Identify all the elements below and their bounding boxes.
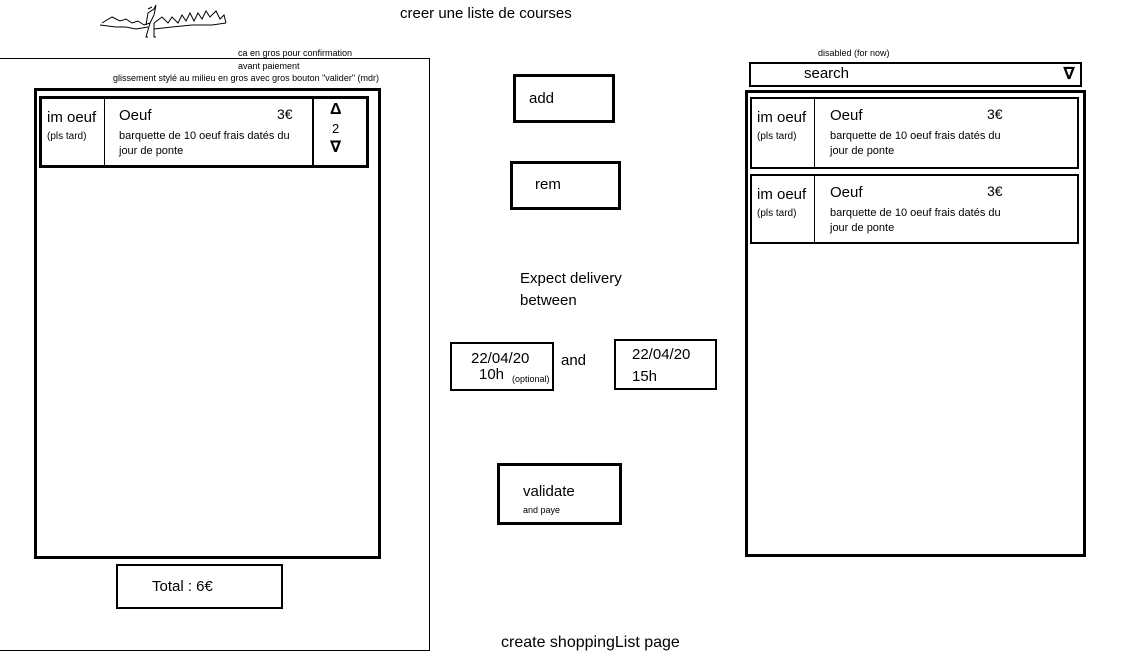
note-confirmation: ca en gros pour confirmation: [238, 48, 353, 58]
delivery-label: Expect delivery: [520, 270, 622, 287]
delivery-between-label: between: [520, 292, 577, 309]
date-from-date: 22/04/20: [471, 350, 530, 367]
search-dropdown[interactable]: search ∇: [749, 62, 1082, 87]
validate-button-label: validate: [523, 483, 575, 500]
validate-sub-label: and paye: [523, 505, 561, 515]
note-before-payment: avant paiement: [238, 61, 300, 71]
bird-sketch-icon: [99, 4, 227, 38]
date-to-hour: 15h: [632, 368, 658, 385]
quantity-stepper[interactable]: Δ 2 ∇: [312, 99, 364, 165]
date-to-field[interactable]: 22/04/20 15h: [614, 339, 717, 390]
remove-button-label: rem: [535, 176, 561, 193]
cart-item[interactable]: im oeuf (pls tard) Oeuf 3€ barquette de …: [39, 96, 369, 168]
product-image-placeholder: im oeuf (pls tard): [752, 99, 815, 167]
product-image-label: im oeuf: [757, 186, 807, 203]
total-label: Total : 6€: [152, 578, 213, 595]
product-description: barquette de 10 oeuf frais datés du jour…: [119, 130, 290, 157]
product-image-sub: (pls tard): [757, 208, 797, 219]
search-disabled-note: disabled (for now): [818, 48, 890, 58]
quantity-value: 2: [332, 121, 340, 136]
and-label: and: [561, 352, 587, 369]
product-image-placeholder: im oeuf (pls tard): [752, 176, 815, 242]
product-image-label: im oeuf: [757, 109, 807, 126]
product-name: Oeuf: [830, 184, 863, 201]
product-image-label: im oeuf: [47, 109, 97, 126]
product-price: 3€: [987, 183, 1003, 199]
chevron-down-icon[interactable]: ∇: [1063, 64, 1075, 84]
date-to-date: 22/04/20: [632, 346, 691, 363]
product-price: 3€: [277, 106, 293, 122]
catalog-item[interactable]: im oeuf (pls tard) Oeuf 3€ barquette de …: [750, 97, 1079, 169]
note-slide: glissement stylé au milieu en gros avec …: [113, 73, 380, 83]
page-title: creer une liste de courses: [400, 5, 572, 22]
remove-button[interactable]: rem: [510, 161, 621, 210]
optional-note: (optional): [512, 374, 550, 384]
product-image-placeholder: im oeuf (pls tard): [42, 99, 105, 165]
page-caption: create shoppingList page: [501, 634, 680, 651]
validate-button[interactable]: validate and paye: [497, 463, 622, 525]
product-name: Oeuf: [830, 107, 863, 124]
add-button-label: add: [529, 90, 555, 107]
product-description: barquette de 10 oeuf frais datés du jour…: [830, 207, 1001, 234]
product-price: 3€: [987, 106, 1003, 122]
product-description: barquette de 10 oeuf frais datés du jour…: [830, 130, 1001, 157]
increase-icon[interactable]: Δ: [330, 101, 342, 119]
add-button[interactable]: add: [513, 74, 615, 123]
total-box: Total : 6€: [116, 564, 283, 609]
date-from-hour: 10h: [479, 366, 505, 383]
search-label: search: [804, 65, 850, 82]
product-image-sub: (pls tard): [47, 131, 87, 142]
product-name: Oeuf: [119, 107, 152, 124]
catalog-item[interactable]: im oeuf (pls tard) Oeuf 3€ barquette de …: [750, 174, 1079, 244]
product-image-sub: (pls tard): [757, 131, 797, 142]
decrease-icon[interactable]: ∇: [330, 137, 341, 157]
